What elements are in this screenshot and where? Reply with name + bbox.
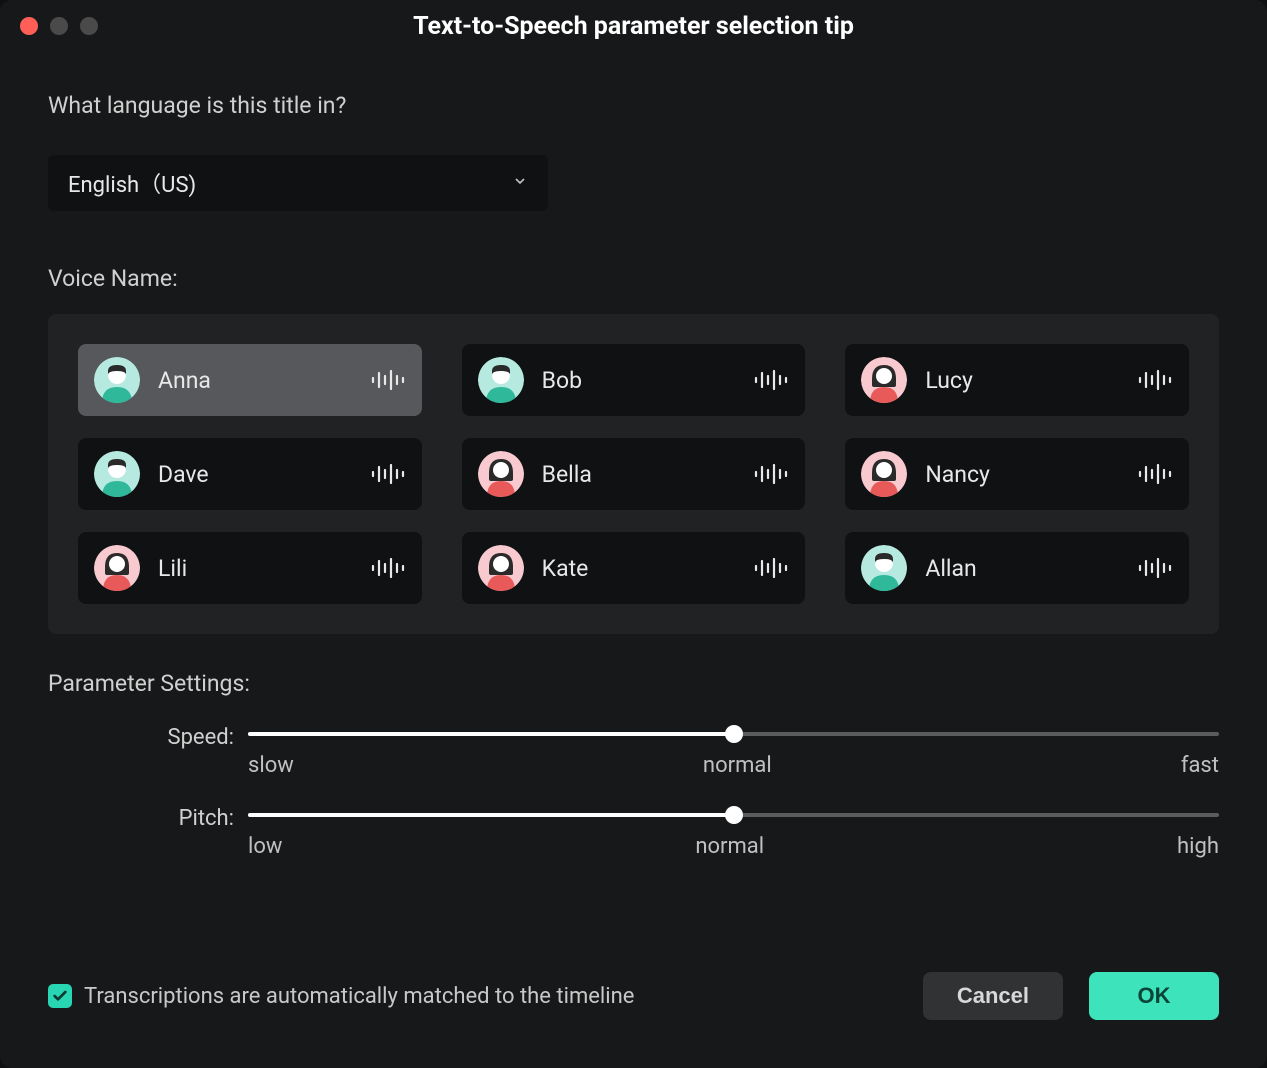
voice-name-label: Voice Name: <box>48 265 1219 292</box>
waveform-icon[interactable] <box>753 462 789 486</box>
voice-card-lucy[interactable]: Lucy <box>845 344 1189 416</box>
avatar-icon <box>94 545 140 591</box>
voice-card-nancy[interactable]: Nancy <box>845 438 1189 510</box>
waveform-icon[interactable] <box>1137 368 1173 392</box>
voice-card-dave[interactable]: Dave <box>78 438 422 510</box>
close-window-button[interactable] <box>20 17 38 35</box>
voice-selection-panel: Anna Bob Lucy Dave Bella Nancy Lili Kate Allan <box>48 314 1219 634</box>
voice-name-label: Bob <box>542 367 754 394</box>
voice-card-bella[interactable]: Bella <box>462 438 806 510</box>
auto-match-checkbox-row: Transcriptions are automatically matched… <box>48 984 923 1009</box>
window-controls <box>20 17 98 35</box>
avatar-icon <box>94 451 140 497</box>
minimize-window-button[interactable] <box>50 17 68 35</box>
ok-button[interactable]: OK <box>1089 972 1219 1020</box>
speed-slider[interactable] <box>248 725 1219 743</box>
voice-name-label: Nancy <box>925 461 1137 488</box>
avatar-icon <box>478 357 524 403</box>
chevron-down-icon <box>512 173 528 193</box>
voice-name-label: Kate <box>542 555 754 582</box>
pitch-mid-label: normal <box>695 834 764 859</box>
avatar-icon <box>861 357 907 403</box>
window-title: Text-to-Speech parameter selection tip <box>16 12 1251 41</box>
waveform-icon[interactable] <box>370 556 406 580</box>
voice-name-label: Dave <box>158 461 370 488</box>
voice-card-kate[interactable]: Kate <box>462 532 806 604</box>
speed-row: Speed: slow normal fast <box>48 725 1219 778</box>
pitch-slider[interactable] <box>248 806 1219 824</box>
voice-card-anna[interactable]: Anna <box>78 344 422 416</box>
speed-mid-label: normal <box>703 753 772 778</box>
voice-name-label: Allan <box>925 555 1137 582</box>
voice-card-lili[interactable]: Lili <box>78 532 422 604</box>
voice-card-allan[interactable]: Allan <box>845 532 1189 604</box>
voice-name-label: Lili <box>158 555 370 582</box>
pitch-max-label: high <box>1177 834 1219 859</box>
waveform-icon[interactable] <box>370 368 406 392</box>
voice-name-label: Anna <box>158 367 370 394</box>
dialog-footer: Transcriptions are automatically matched… <box>48 972 1219 1020</box>
speed-label: Speed: <box>48 725 248 750</box>
language-dropdown[interactable]: English（US) <box>48 155 548 211</box>
waveform-icon[interactable] <box>1137 556 1173 580</box>
language-question-label: What language is this title in? <box>48 92 1219 119</box>
voice-card-bob[interactable]: Bob <box>462 344 806 416</box>
maximize-window-button[interactable] <box>80 17 98 35</box>
parameter-settings-label: Parameter Settings: <box>48 670 1219 697</box>
avatar-icon <box>478 451 524 497</box>
waveform-icon[interactable] <box>753 368 789 392</box>
waveform-icon[interactable] <box>1137 462 1173 486</box>
voice-name-label: Bella <box>542 461 754 488</box>
avatar-icon <box>94 357 140 403</box>
avatar-icon <box>861 451 907 497</box>
auto-match-checkbox[interactable] <box>48 984 72 1008</box>
pitch-label: Pitch: <box>48 806 248 831</box>
dialog-window: Text-to-Speech parameter selection tip W… <box>0 0 1267 1068</box>
avatar-icon <box>861 545 907 591</box>
auto-match-label: Transcriptions are automatically matched… <box>84 984 634 1009</box>
pitch-min-label: low <box>248 834 282 859</box>
titlebar: Text-to-Speech parameter selection tip <box>0 0 1267 52</box>
avatar-icon <box>478 545 524 591</box>
cancel-button[interactable]: Cancel <box>923 972 1063 1020</box>
pitch-row: Pitch: low normal high <box>48 806 1219 859</box>
waveform-icon[interactable] <box>370 462 406 486</box>
dialog-content: What language is this title in? English（… <box>0 52 1267 859</box>
language-dropdown-value: English（US) <box>68 167 196 199</box>
waveform-icon[interactable] <box>753 556 789 580</box>
voice-name-label: Lucy <box>925 367 1137 394</box>
speed-min-label: slow <box>248 753 294 778</box>
speed-max-label: fast <box>1181 753 1219 778</box>
